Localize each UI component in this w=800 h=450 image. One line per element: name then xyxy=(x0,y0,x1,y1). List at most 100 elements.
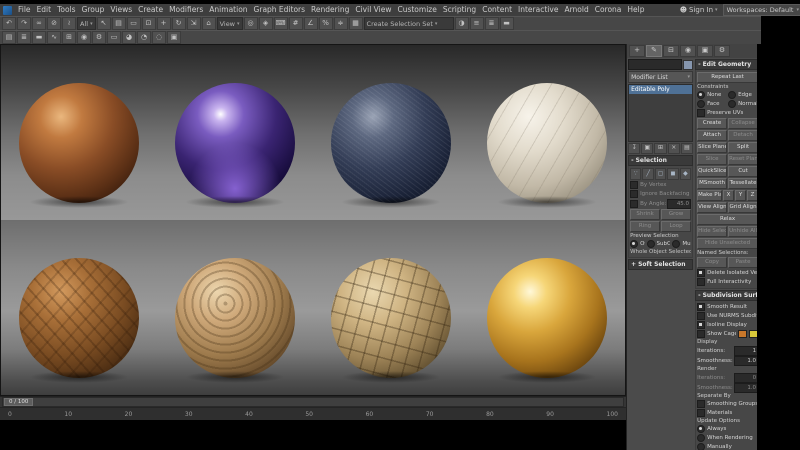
track-bar[interactable]: 0 10 20 30 40 50 60 70 80 90 100 xyxy=(0,407,627,420)
create-tab[interactable]: + xyxy=(629,45,646,57)
hide-selected-button[interactable]: Hide Selected xyxy=(697,226,728,237)
sphere-surface[interactable] xyxy=(175,83,296,203)
layer-explorer-icon[interactable]: ≣ xyxy=(484,17,499,30)
render-iterative-icon[interactable]: ◔ xyxy=(137,31,151,44)
select-object-icon[interactable]: ↖ xyxy=(96,17,111,30)
isoline-display-checkbox[interactable]: Isoline Display xyxy=(697,321,758,329)
ignore-backfacing-checkbox[interactable]: Ignore Backfacing xyxy=(630,190,691,198)
by-vertex-checkbox[interactable]: By Vertex xyxy=(630,181,691,189)
show-cage-checkbox[interactable]: Show Cage xyxy=(697,330,759,338)
hierarchy-tab[interactable]: ⊟ xyxy=(663,45,680,57)
menu-item[interactable]: File xyxy=(15,4,34,16)
menu-item[interactable]: Customize xyxy=(394,4,439,16)
select-and-link-icon[interactable]: ∞ xyxy=(32,17,46,30)
edit-geometry-rollout-header[interactable]: - Edit Geometry xyxy=(695,59,761,70)
show-end-result-icon[interactable]: ▣ xyxy=(641,143,654,154)
reference-coordinate-dropdown[interactable]: View ▾ xyxy=(216,17,243,30)
menu-item[interactable]: Views xyxy=(107,4,135,16)
display-toggle-icon[interactable]: ▣ xyxy=(167,31,181,44)
modify-tab[interactable]: ✎ xyxy=(646,45,663,57)
time-slider-handle[interactable]: 0 / 100 xyxy=(4,398,34,406)
msmooth-button[interactable]: MSmooth xyxy=(697,178,728,189)
time-slider-track[interactable]: 0 / 100 xyxy=(2,397,625,407)
preserve-uvs-checkbox[interactable]: Preserve UVs xyxy=(697,109,758,117)
rendered-frame-window-icon[interactable]: ▭ xyxy=(107,31,121,44)
spinner-field[interactable]: 1.0 xyxy=(734,355,759,366)
preview-multi-radio[interactable]: Multi xyxy=(672,240,691,248)
reset-plane-button[interactable]: Reset Plane xyxy=(728,154,759,165)
object-name-field[interactable] xyxy=(628,59,683,70)
schematic-view-icon[interactable]: ⊞ xyxy=(62,31,76,44)
select-and-scale-icon[interactable]: ⇲ xyxy=(186,17,201,30)
edge-subobject-icon[interactable]: ╱ xyxy=(642,168,654,180)
menu-item[interactable]: Scripting xyxy=(440,4,479,16)
modifier-stack[interactable]: Editable Poly xyxy=(628,84,694,142)
menu-item[interactable]: Corona xyxy=(592,4,625,16)
sphere-surface[interactable] xyxy=(487,83,608,203)
ribbon-toggle-icon[interactable]: ▬ xyxy=(499,17,514,30)
selection-filter-dropdown[interactable]: All ▾ xyxy=(77,17,96,30)
menu-item[interactable]: Tools xyxy=(54,4,78,16)
slice-button[interactable]: Slice xyxy=(697,154,728,165)
preview-off-radio[interactable]: Off xyxy=(630,240,645,248)
element-subobject-icon[interactable]: ◆ xyxy=(679,168,692,180)
display-tab[interactable]: ▣ xyxy=(697,45,714,57)
ring-button[interactable]: Ring xyxy=(630,221,661,232)
sphere-surface[interactable] xyxy=(19,258,139,378)
curve-editor-icon[interactable]: ∿ xyxy=(47,31,61,44)
tessellate-button[interactable]: Tessellate xyxy=(728,178,759,189)
menu-item[interactable]: Arnold xyxy=(561,4,591,16)
detach-button[interactable]: Detach xyxy=(728,130,759,141)
menu-item[interactable]: Group xyxy=(79,4,108,16)
materials-checkbox[interactable]: Materials xyxy=(697,409,758,417)
make-unique-icon[interactable]: ⊞ xyxy=(654,143,667,154)
menu-item[interactable]: Edit xyxy=(34,4,55,16)
relax-button[interactable]: Relax xyxy=(697,214,759,225)
modifier-editable-poly[interactable]: Editable Poly xyxy=(629,85,693,94)
keyboard-shortcut-override-icon[interactable]: ⌨ xyxy=(273,17,288,30)
by-angle-checkbox[interactable]: By Angle: xyxy=(630,199,666,208)
make-planar-x-button[interactable]: X xyxy=(723,190,735,201)
spinner-field[interactable]: 0 xyxy=(734,372,759,383)
sphere-surface[interactable] xyxy=(331,83,452,203)
modifier-list-dropdown[interactable]: Modifier List ▾ xyxy=(628,71,694,83)
select-and-move-icon[interactable]: + xyxy=(156,17,171,30)
loop-button[interactable]: Loop xyxy=(661,221,692,232)
view-align-button[interactable]: View Align xyxy=(697,202,728,213)
grow-button[interactable]: Grow xyxy=(661,209,692,220)
use-pivot-point-center-icon[interactable]: ◎ xyxy=(243,17,258,30)
selection-rollout-header[interactable]: - Selection xyxy=(628,155,694,166)
menu-item[interactable]: Graph Editors xyxy=(251,4,309,16)
menu-item[interactable]: Civil View xyxy=(352,4,394,16)
attach-button[interactable]: Attach xyxy=(697,130,728,141)
menu-item[interactable]: Create xyxy=(135,4,166,16)
vertex-subobject-icon[interactable]: ∵ xyxy=(630,168,642,180)
object-color-swatch[interactable] xyxy=(683,59,694,70)
scene-explorer-icon[interactable]: ▤ xyxy=(2,31,16,44)
cage-color-swatch[interactable] xyxy=(738,330,748,338)
collapse-button[interactable]: Collapse xyxy=(728,118,759,129)
edit-named-selection-sets-icon[interactable]: ▦ xyxy=(348,17,363,30)
sphere-surface[interactable] xyxy=(19,83,139,203)
mirror-icon[interactable]: ◑ xyxy=(454,17,469,30)
subdivision-surface-rollout-header[interactable]: - Subdivision Surface xyxy=(695,290,761,301)
hide-unselected-button[interactable]: Hide Unselected xyxy=(697,238,759,249)
remove-modifier-icon[interactable]: × xyxy=(667,143,680,154)
unlink-selection-icon[interactable]: ⊘ xyxy=(47,17,61,30)
repeat-last-button[interactable]: Repeat Last xyxy=(697,72,759,83)
select-by-name-icon[interactable]: ▤ xyxy=(111,17,126,30)
percent-snap-icon[interactable]: % xyxy=(318,17,333,30)
slice-plane-button[interactable]: Slice Plane xyxy=(697,142,728,153)
menu-item[interactable]: Animation xyxy=(206,4,250,16)
make-planar-button[interactable]: Make Planar xyxy=(697,190,723,201)
select-and-place-icon[interactable]: ⌂ xyxy=(201,17,216,30)
sign-in-button[interactable]: ☻ Sign In ▾ xyxy=(680,6,718,14)
align-icon[interactable]: ≡ xyxy=(469,17,484,30)
menu-item[interactable]: Help xyxy=(624,4,647,16)
quickslice-button[interactable]: QuickSlice xyxy=(697,166,728,177)
polygon-subobject-icon[interactable]: ◼ xyxy=(667,168,679,180)
sphere-surface[interactable] xyxy=(331,258,452,378)
sphere-surface[interactable] xyxy=(487,258,608,378)
grid-align-button[interactable]: Grid Align xyxy=(728,202,759,213)
by-angle-spinner[interactable]: 45.0 xyxy=(667,198,692,209)
